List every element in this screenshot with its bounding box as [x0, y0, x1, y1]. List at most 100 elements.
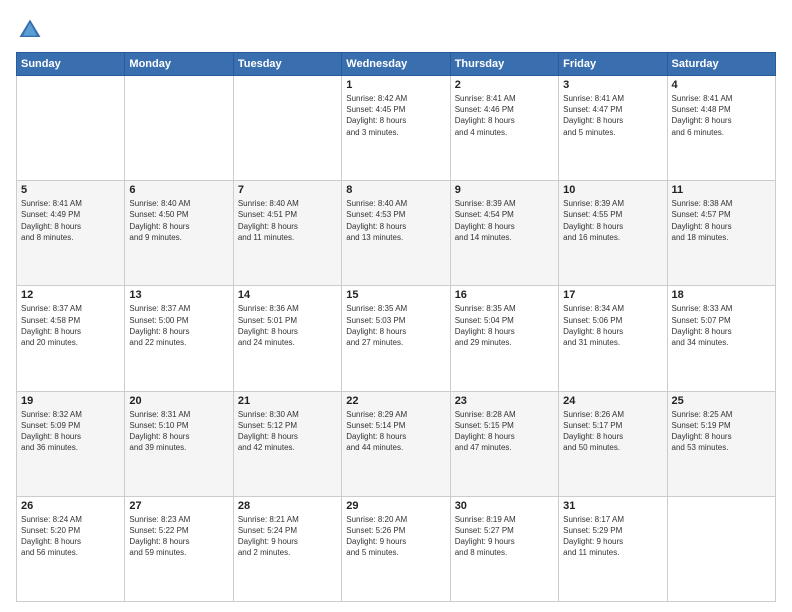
calendar-day-cell: 16Sunrise: 8:35 AMSunset: 5:04 PMDayligh…: [450, 286, 558, 391]
weekday-header: Thursday: [450, 53, 558, 76]
day-info: Sunrise: 8:25 AMSunset: 5:19 PMDaylight:…: [672, 409, 771, 454]
day-info: Sunrise: 8:32 AMSunset: 5:09 PMDaylight:…: [21, 409, 120, 454]
day-number: 19: [21, 395, 120, 407]
calendar-day-cell: 7 Sunrise: 8:40 AMSunset: 4:51 PMDaylight…: [233, 181, 341, 286]
day-number: 27: [129, 500, 228, 512]
day-info: Sunrise: 8:40 AMSunset: 4:50 PMDaylight:…: [129, 198, 228, 243]
calendar-day-cell: 25 Sunrise: 8:25 AMSunset: 5:19 PMDayligh…: [667, 391, 775, 496]
calendar-day-cell: 6 Sunrise: 8:40 AMSunset: 4:50 PMDaylight…: [125, 181, 233, 286]
day-info: Sunrise: 8:41 AMSunset: 4:47 PMDaylight:…: [563, 93, 662, 138]
day-number: 28: [238, 500, 337, 512]
calendar-day-cell: [233, 76, 341, 181]
weekday-header: Sunday: [17, 53, 125, 76]
calendar-day-cell: 2 Sunrise: 8:41 AMSunset: 4:46 PMDaylight…: [450, 76, 558, 181]
logo-icon: [16, 16, 44, 44]
calendar-table: SundayMondayTuesdayWednesdayThursdayFrid…: [16, 52, 776, 602]
day-info: Sunrise: 8:35 AMSunset: 5:03 PMDaylight:…: [346, 303, 445, 348]
day-number: 31: [563, 500, 662, 512]
calendar-day-cell: 19 Sunrise: 8:32 AMSunset: 5:09 PMDayligh…: [17, 391, 125, 496]
logo: [16, 16, 48, 44]
weekday-header: Tuesday: [233, 53, 341, 76]
calendar-day-cell: 21 Sunrise: 8:30 AMSunset: 5:12 PMDayligh…: [233, 391, 341, 496]
day-number: 30: [455, 500, 554, 512]
day-info: Sunrise: 8:41 AMSunset: 4:49 PMDaylight:…: [21, 198, 120, 243]
day-info: Sunrise: 8:38 AMSunset: 4:57 PMDaylight:…: [672, 198, 771, 243]
calendar-day-cell: 24Sunrise: 8:26 AMSunset: 5:17 PMDayligh…: [559, 391, 667, 496]
calendar-day-cell: 14 Sunrise: 8:36 AMSunset: 5:01 PMDayligh…: [233, 286, 341, 391]
page: SundayMondayTuesdayWednesdayThursdayFrid…: [0, 0, 792, 612]
calendar-day-cell: 4 Sunrise: 8:41 AMSunset: 4:48 PMDaylight…: [667, 76, 775, 181]
day-info: Sunrise: 8:37 AMSunset: 4:58 PMDaylight:…: [21, 303, 120, 348]
day-number: 17: [563, 289, 662, 301]
day-info: Sunrise: 8:35 AMSunset: 5:04 PMDaylight:…: [455, 303, 554, 348]
calendar-day-cell: 18 Sunrise: 8:33 AMSunset: 5:07 PMDayligh…: [667, 286, 775, 391]
calendar-week-row: 19 Sunrise: 8:32 AMSunset: 5:09 PMDayligh…: [17, 391, 776, 496]
day-info: Sunrise: 8:40 AMSunset: 4:53 PMDaylight:…: [346, 198, 445, 243]
day-number: 18: [672, 289, 771, 301]
day-number: 13: [129, 289, 228, 301]
weekday-header: Friday: [559, 53, 667, 76]
weekday-header: Saturday: [667, 53, 775, 76]
day-info: Sunrise: 8:23 AMSunset: 5:22 PMDaylight:…: [129, 514, 228, 559]
day-number: 4: [672, 79, 771, 91]
day-info: Sunrise: 8:21 AMSunset: 5:24 PMDaylight:…: [238, 514, 337, 559]
calendar-header-row: SundayMondayTuesdayWednesdayThursdayFrid…: [17, 53, 776, 76]
day-number: 14: [238, 289, 337, 301]
day-info: Sunrise: 8:37 AMSunset: 5:00 PMDaylight:…: [129, 303, 228, 348]
day-number: 2: [455, 79, 554, 91]
day-info: Sunrise: 8:29 AMSunset: 5:14 PMDaylight:…: [346, 409, 445, 454]
day-info: Sunrise: 8:39 AMSunset: 4:54 PMDaylight:…: [455, 198, 554, 243]
day-number: 15: [346, 289, 445, 301]
calendar-day-cell: 31 Sunrise: 8:17 AMSunset: 5:29 PMDayligh…: [559, 496, 667, 601]
calendar-day-cell: 23 Sunrise: 8:28 AMSunset: 5:15 PMDayligh…: [450, 391, 558, 496]
day-info: Sunrise: 8:42 AMSunset: 4:45 PMDaylight:…: [346, 93, 445, 138]
day-info: Sunrise: 8:36 AMSunset: 5:01 PMDaylight:…: [238, 303, 337, 348]
day-number: 5: [21, 184, 120, 196]
day-info: Sunrise: 8:41 AMSunset: 4:48 PMDaylight:…: [672, 93, 771, 138]
day-number: 7: [238, 184, 337, 196]
day-info: Sunrise: 8:40 AMSunset: 4:51 PMDaylight:…: [238, 198, 337, 243]
calendar-day-cell: 28 Sunrise: 8:21 AMSunset: 5:24 PMDayligh…: [233, 496, 341, 601]
calendar-day-cell: 30 Sunrise: 8:19 AMSunset: 5:27 PMDayligh…: [450, 496, 558, 601]
calendar-day-cell: 5 Sunrise: 8:41 AMSunset: 4:49 PMDaylight…: [17, 181, 125, 286]
day-number: 9: [455, 184, 554, 196]
day-info: Sunrise: 8:41 AMSunset: 4:46 PMDaylight:…: [455, 93, 554, 138]
day-info: Sunrise: 8:17 AMSunset: 5:29 PMDaylight:…: [563, 514, 662, 559]
day-info: Sunrise: 8:20 AMSunset: 5:26 PMDaylight:…: [346, 514, 445, 559]
day-info: Sunrise: 8:39 AMSunset: 4:55 PMDaylight:…: [563, 198, 662, 243]
calendar-day-cell: [125, 76, 233, 181]
day-number: 21: [238, 395, 337, 407]
calendar-day-cell: 27 Sunrise: 8:23 AMSunset: 5:22 PMDayligh…: [125, 496, 233, 601]
calendar-day-cell: 8 Sunrise: 8:40 AMSunset: 4:53 PMDaylight…: [342, 181, 450, 286]
calendar-day-cell: 22 Sunrise: 8:29 AMSunset: 5:14 PMDayligh…: [342, 391, 450, 496]
calendar-day-cell: 17Sunrise: 8:34 AMSunset: 5:06 PMDayligh…: [559, 286, 667, 391]
calendar-day-cell: 12 Sunrise: 8:37 AMSunset: 4:58 PMDayligh…: [17, 286, 125, 391]
day-number: 11: [672, 184, 771, 196]
calendar-day-cell: 9 Sunrise: 8:39 AMSunset: 4:54 PMDaylight…: [450, 181, 558, 286]
calendar-day-cell: 15 Sunrise: 8:35 AMSunset: 5:03 PMDayligh…: [342, 286, 450, 391]
calendar-day-cell: 13 Sunrise: 8:37 AMSunset: 5:00 PMDayligh…: [125, 286, 233, 391]
calendar-week-row: 5 Sunrise: 8:41 AMSunset: 4:49 PMDaylight…: [17, 181, 776, 286]
calendar-day-cell: 11 Sunrise: 8:38 AMSunset: 4:57 PMDayligh…: [667, 181, 775, 286]
day-info: Sunrise: 8:33 AMSunset: 5:07 PMDaylight:…: [672, 303, 771, 348]
day-number: 22: [346, 395, 445, 407]
day-number: 1: [346, 79, 445, 91]
calendar-day-cell: [667, 496, 775, 601]
day-info: Sunrise: 8:28 AMSunset: 5:15 PMDaylight:…: [455, 409, 554, 454]
calendar-day-cell: 29Sunrise: 8:20 AMSunset: 5:26 PMDayligh…: [342, 496, 450, 601]
calendar-week-row: 12 Sunrise: 8:37 AMSunset: 4:58 PMDayligh…: [17, 286, 776, 391]
calendar-day-cell: [17, 76, 125, 181]
day-number: 8: [346, 184, 445, 196]
day-number: 25: [672, 395, 771, 407]
day-number: 20: [129, 395, 228, 407]
calendar-week-row: 26Sunrise: 8:24 AMSunset: 5:20 PMDayligh…: [17, 496, 776, 601]
day-info: Sunrise: 8:19 AMSunset: 5:27 PMDaylight:…: [455, 514, 554, 559]
day-info: Sunrise: 8:30 AMSunset: 5:12 PMDaylight:…: [238, 409, 337, 454]
calendar-day-cell: 10Sunrise: 8:39 AMSunset: 4:55 PMDayligh…: [559, 181, 667, 286]
day-number: 24: [563, 395, 662, 407]
day-number: 23: [455, 395, 554, 407]
day-number: 3: [563, 79, 662, 91]
day-number: 12: [21, 289, 120, 301]
day-number: 6: [129, 184, 228, 196]
day-info: Sunrise: 8:24 AMSunset: 5:20 PMDaylight:…: [21, 514, 120, 559]
